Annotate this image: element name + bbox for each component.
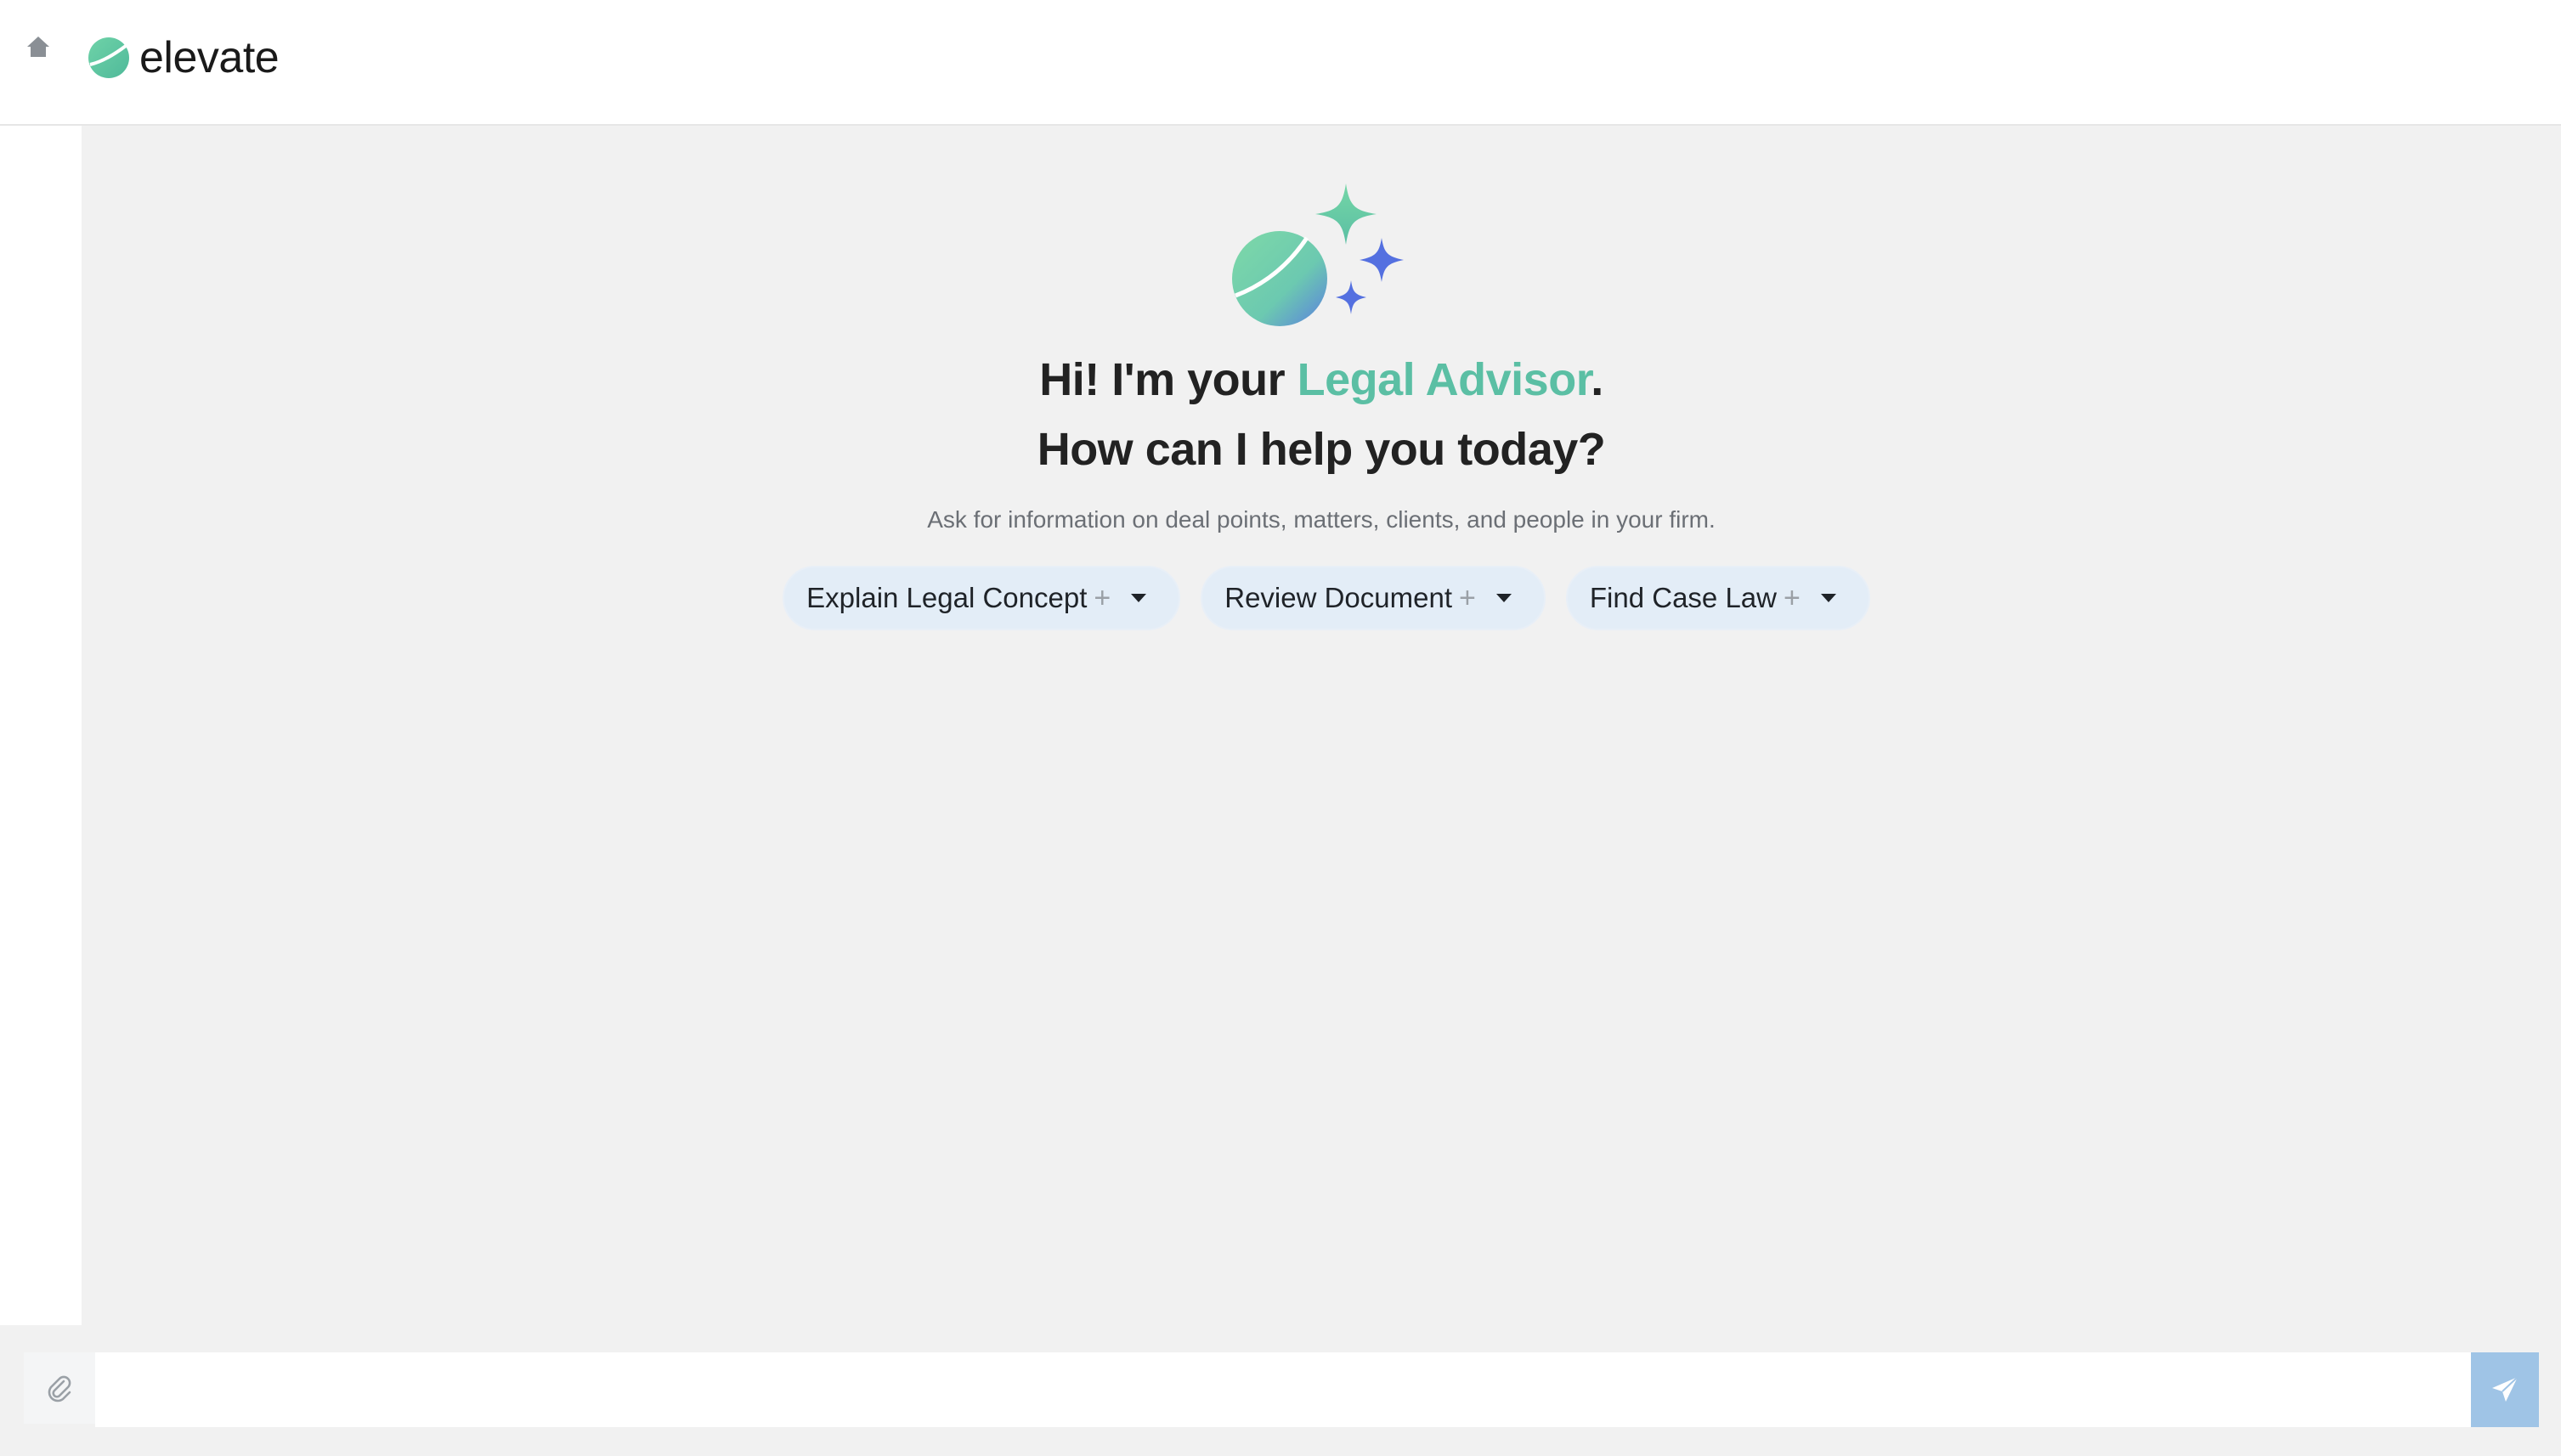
elevate-logo-icon: [88, 37, 129, 78]
caret-down-icon: [1495, 594, 1512, 602]
chip-find-case-law[interactable]: Find Case Law +: [1565, 566, 1870, 630]
attach-button[interactable]: [24, 1352, 95, 1424]
plus-icon: +: [1094, 581, 1111, 614]
send-button[interactable]: [2471, 1352, 2539, 1427]
chip-label: Find Case Law: [1589, 582, 1777, 613]
app-header: elevate: [0, 0, 2561, 126]
assistant-subtitle: Ask for information on deal points, matt…: [927, 506, 1716, 533]
caret-down-icon: [1820, 594, 1836, 602]
greeting-headline: Hi! I'm your Legal Advisor.: [82, 353, 2561, 406]
chip-explain-legal-concept[interactable]: Explain Legal Concept +: [783, 566, 1181, 630]
brand-name: elevate: [139, 33, 280, 82]
greeting-suffix: .: [1591, 354, 1603, 405]
prompt-chips: Explain Legal Concept + Review Document …: [82, 566, 2561, 630]
chip-review-document[interactable]: Review Document +: [1201, 566, 1546, 630]
help-question: How can I help you today?: [1037, 424, 1606, 475]
chat-message-input[interactable]: [95, 1352, 2471, 1427]
paperclip-icon: [48, 1375, 71, 1402]
chat-input-bar: [0, 1325, 2561, 1456]
chip-label: Explain Legal Concept: [806, 582, 1088, 613]
brand-logo[interactable]: elevate: [87, 32, 280, 83]
greeting-prefix: Hi! I'm your: [1039, 354, 1297, 405]
chat-welcome-panel: Hi! I'm your Legal Advisor. How can I he…: [82, 126, 2561, 1325]
send-icon: [2492, 1376, 2519, 1402]
home-icon[interactable]: [24, 32, 53, 61]
chip-label: Review Document: [1224, 582, 1453, 613]
caret-down-icon: [1131, 594, 1147, 602]
assistant-sparkle-illustration: [1232, 183, 1404, 326]
assistant-name: Legal Advisor: [1297, 354, 1591, 405]
sidebar-rail: [0, 126, 82, 1325]
plus-icon: +: [1783, 581, 1801, 614]
plus-icon: +: [1459, 581, 1476, 614]
